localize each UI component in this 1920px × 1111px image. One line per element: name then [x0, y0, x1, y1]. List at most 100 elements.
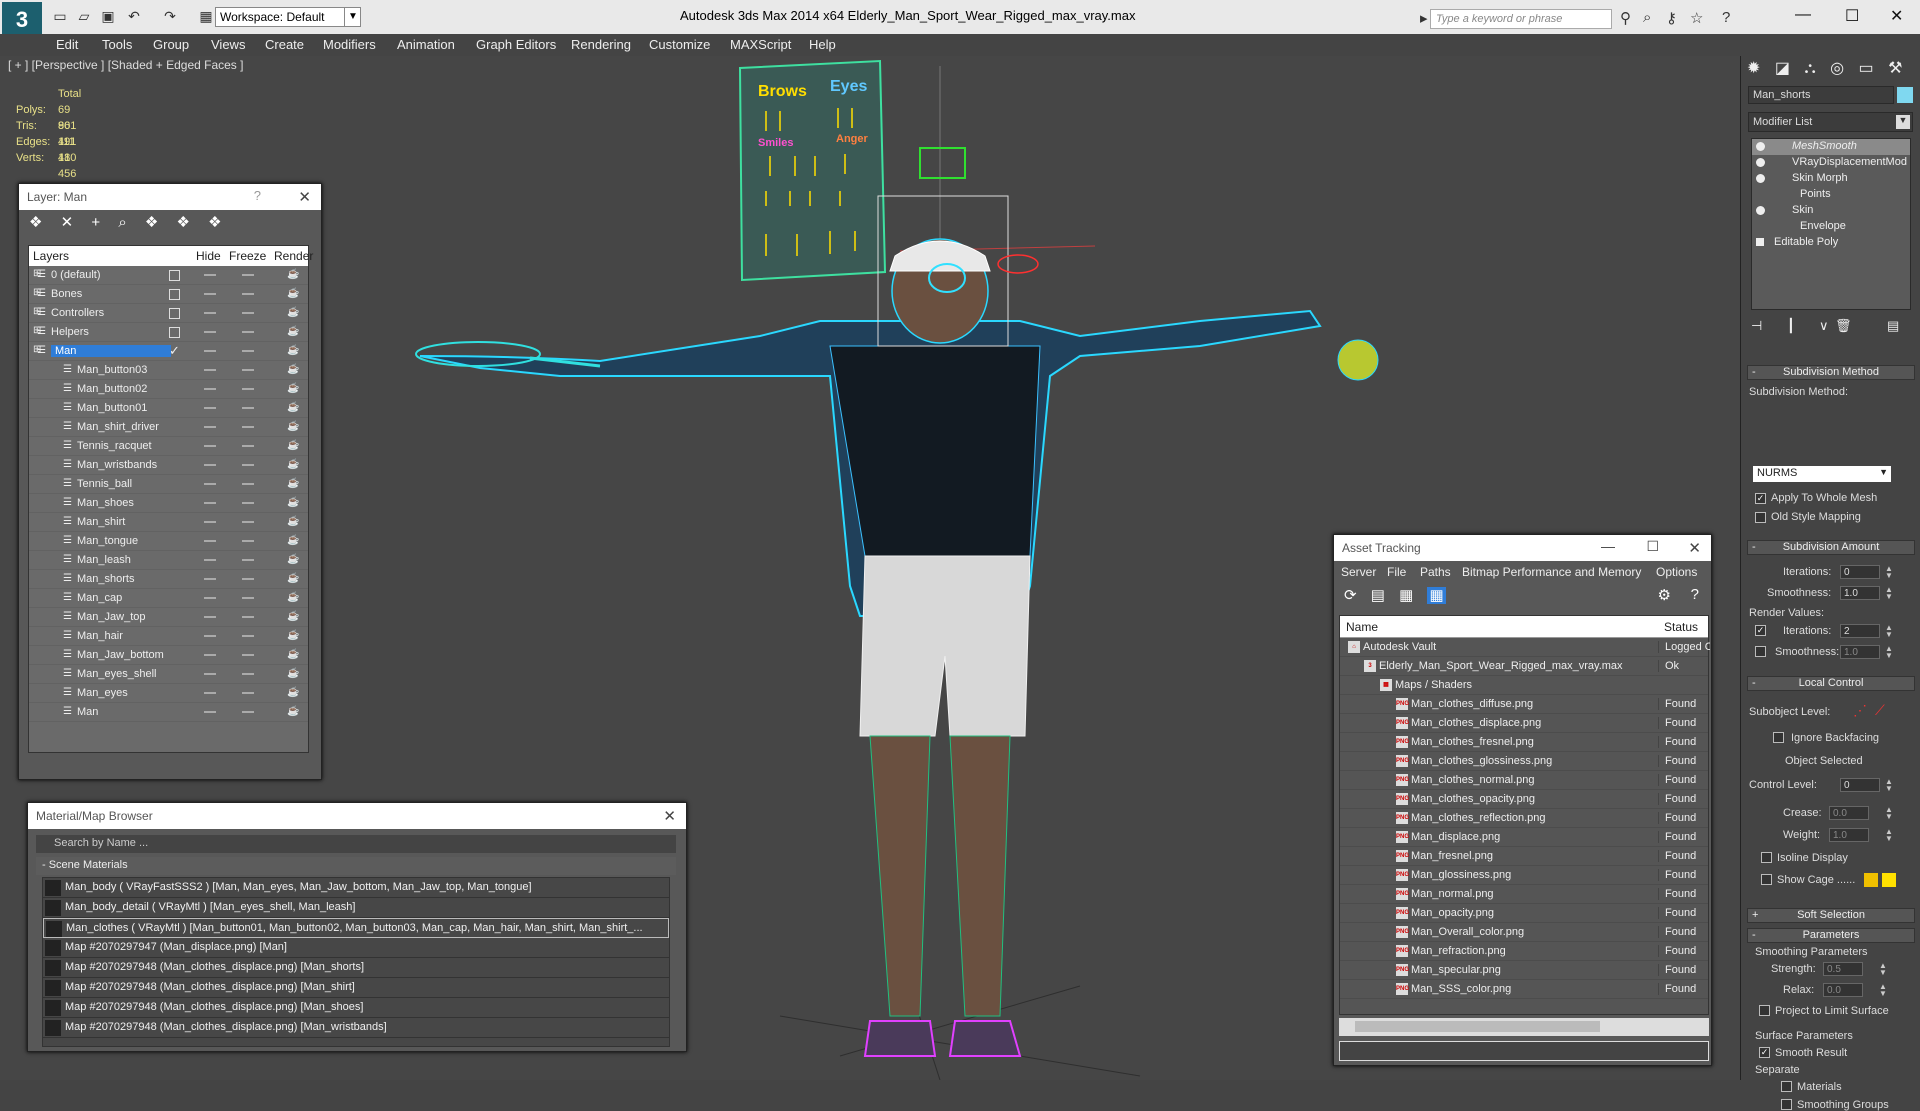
spinner-arrows-icon[interactable]: ▲ ▼	[1879, 962, 1887, 977]
layer-name[interactable]: Man_leash	[77, 554, 131, 566]
close-icon[interactable]: ✕	[1688, 539, 1701, 557]
layer-row[interactable]: ☰ Man_button01 ☕	[29, 399, 308, 418]
layer-row[interactable]: ⊞ ☰ Controllers ☕	[29, 304, 308, 323]
menu-create[interactable]: Create	[265, 37, 304, 52]
isoline-display-checkbox[interactable]	[1761, 852, 1772, 863]
layer-name[interactable]: Man_eyes_shell	[77, 668, 157, 680]
material-item[interactable]: Map #2070297947 (Man_displace.png) [Man]	[43, 938, 669, 958]
render-teapot-icon[interactable]: ☕	[287, 554, 299, 565]
material-item[interactable]: Man_body_detail ( VRayMtl ) [Man_eyes_sh…	[43, 898, 669, 918]
asset-row[interactable]: PNG Man_clothes_normal.png Found	[1340, 771, 1708, 790]
asset-row[interactable]: PNG Man_clothes_opacity.png Found	[1340, 790, 1708, 809]
render-teapot-icon[interactable]: ☕	[287, 345, 299, 356]
tennis-ball[interactable]	[1337, 339, 1379, 381]
asset-row[interactable]: ⌂ Autodesk Vault Logged O	[1340, 638, 1710, 657]
search-input[interactable]: Type a keyword or phrase	[1430, 9, 1612, 29]
layer-row[interactable]: ☰ Man ☕	[29, 703, 308, 722]
current-layer-checkbox[interactable]	[169, 270, 180, 281]
material-item[interactable]: Map #2070297948 (Man_clothes_displace.pn…	[43, 998, 669, 1018]
materials-checkbox[interactable]	[1781, 1081, 1792, 1092]
layer-row[interactable]: ☰ Tennis_racquet ☕	[29, 437, 308, 456]
render-teapot-icon[interactable]: ☕	[287, 535, 299, 546]
hide-toggle[interactable]	[204, 274, 216, 276]
asset-menu-server[interactable]: Server	[1341, 565, 1376, 579]
table-view-icon[interactable]: ▦	[1427, 587, 1446, 604]
asset-tracking-titlebar[interactable]: Asset Tracking — ☐ ✕	[1334, 535, 1711, 561]
layer-row[interactable]: ☰ Man_Jaw_top ☕	[29, 608, 308, 627]
render-teapot-icon[interactable]: ☕	[287, 516, 299, 527]
stack-item-envelope[interactable]: Envelope	[1752, 219, 1910, 235]
hierarchy-tab-icon[interactable]: ⛬	[1804, 60, 1815, 77]
asset-row[interactable]: PNG Man_Overall_color.png Found	[1340, 923, 1708, 942]
layer-name[interactable]: Man_Jaw_top	[77, 611, 146, 623]
search-icon[interactable]: ⌕	[1643, 9, 1651, 26]
menu-maxscript[interactable]: MAXScript	[730, 37, 791, 52]
freeze-toggle[interactable]	[242, 464, 254, 466]
hide-toggle[interactable]	[204, 692, 216, 694]
modify-tab-icon[interactable]: ◪	[1775, 60, 1790, 77]
current-layer-check[interactable]: ✓	[169, 343, 180, 359]
hide-toggle[interactable]	[204, 407, 216, 409]
layer-name[interactable]: Tennis_racquet	[77, 440, 152, 452]
freeze-toggle[interactable]	[242, 635, 254, 637]
facial-control-panel[interactable]: Brows Eyes Smiles Anger	[738, 59, 887, 282]
layer-window-titlebar[interactable]: Layer: Man ? ✕	[19, 184, 321, 210]
hide-toggle[interactable]	[204, 388, 216, 390]
menu-rendering[interactable]: Rendering	[571, 37, 631, 52]
layer-name[interactable]: Bones	[51, 288, 82, 300]
menu-help[interactable]: Help	[809, 37, 836, 52]
asset-row[interactable]: PNG Man_fresnel.png Found	[1340, 847, 1708, 866]
binoculars-icon[interactable]: ⚲	[1620, 9, 1631, 27]
asset-row[interactable]: PNG Man_displace.png Found	[1340, 828, 1708, 847]
layer-row[interactable]: ☰ Man_button03 ☕	[29, 361, 308, 380]
hide-toggle[interactable]	[204, 559, 216, 561]
hide-toggle[interactable]	[204, 616, 216, 618]
hide-toggle[interactable]	[204, 597, 216, 599]
freeze-toggle[interactable]	[242, 483, 254, 485]
hide-toggle[interactable]	[204, 350, 216, 352]
asset-row[interactable]: PNG Man_refraction.png Found	[1340, 942, 1708, 961]
material-item[interactable]: Map #2070297948 (Man_clothes_displace.pn…	[43, 958, 669, 978]
star-icon[interactable]: ☆	[1690, 9, 1703, 27]
layer-name[interactable]: Man_shirt_driver	[77, 421, 159, 433]
cage-selected-color-swatch[interactable]	[1882, 873, 1896, 887]
asset-menu-paths[interactable]: Paths	[1420, 565, 1451, 579]
asset-row[interactable]: PNG Man_clothes_fresnel.png Found	[1340, 733, 1708, 752]
hide-all-layers-icon[interactable]: ❖	[177, 214, 190, 231]
asset-row[interactable]: PNG Man_clothes_displace.png Found	[1340, 714, 1708, 733]
menu-tools[interactable]: Tools	[102, 37, 132, 52]
render-teapot-icon[interactable]: ☕	[287, 478, 299, 489]
column-layers[interactable]: Layers	[33, 249, 69, 263]
freeze-toggle[interactable]	[242, 445, 254, 447]
layer-name[interactable]: Man_Jaw_bottom	[77, 649, 164, 661]
render-iterations-checkbox[interactable]: ✓	[1755, 625, 1766, 636]
display-tab-icon[interactable]: ▭	[1859, 60, 1874, 77]
bulb-icon[interactable]	[1756, 206, 1765, 215]
minimize-icon[interactable]: —	[1795, 6, 1811, 24]
render-teapot-icon[interactable]: ☕	[287, 288, 299, 299]
hide-toggle[interactable]	[204, 293, 216, 295]
render-teapot-icon[interactable]: ☕	[287, 611, 299, 622]
hide-toggle[interactable]	[204, 540, 216, 542]
layer-name[interactable]: Man_hair	[77, 630, 123, 642]
asset-row[interactable]: PNG Man_normal.png Found	[1340, 885, 1708, 904]
column-name[interactable]: Name	[1346, 620, 1378, 634]
close-icon[interactable]: ✕	[298, 188, 311, 206]
smooth-result-checkbox[interactable]: ✓	[1759, 1047, 1770, 1058]
render-teapot-icon[interactable]: ☕	[287, 592, 299, 603]
search-expand-icon[interactable]: ▸	[1420, 9, 1428, 27]
render-teapot-icon[interactable]: ☕	[287, 649, 299, 660]
layer-name[interactable]: 0 (default)	[51, 269, 101, 281]
relax-spinner[interactable]: 0.0	[1823, 983, 1863, 997]
close-icon[interactable]: ✕	[1890, 6, 1903, 26]
layer-row[interactable]: ☰ Man_tongue ☕	[29, 532, 308, 551]
close-icon[interactable]: ✕	[663, 807, 676, 825]
render-teapot-icon[interactable]: ☕	[287, 383, 299, 394]
layer-row[interactable]: ⊞ ☰ Bones ☕	[29, 285, 308, 304]
help-icon[interactable]: ?	[1722, 9, 1730, 26]
layer-name[interactable]: Man	[51, 345, 171, 357]
material-search-input[interactable]: Search by Name ...	[36, 835, 676, 853]
freeze-toggle[interactable]	[242, 711, 254, 713]
spinner-arrows-icon[interactable]: ▲ ▼	[1885, 645, 1893, 660]
pin-stack-icon[interactable]: ⊣	[1751, 318, 1762, 334]
